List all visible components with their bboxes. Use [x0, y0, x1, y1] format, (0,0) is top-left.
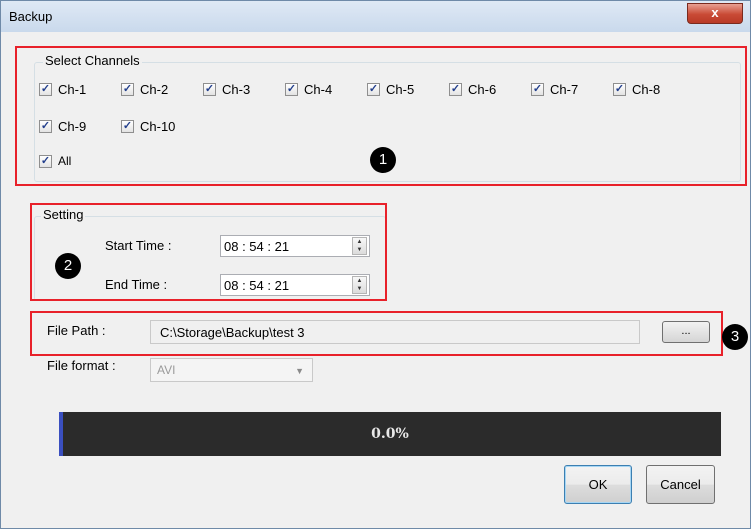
badge-1: 1 [370, 147, 396, 173]
window-title: Backup [9, 9, 53, 24]
badge-3: 3 [722, 324, 748, 350]
file-format-label: File format : [47, 358, 116, 373]
progress-bar: 0.0% [59, 412, 721, 456]
file-format-select[interactable]: AVI ▼ [150, 358, 313, 382]
highlight-setting [30, 203, 387, 301]
title-bar: Backup x [1, 1, 750, 32]
highlight-file-path [30, 311, 723, 356]
file-format-value: AVI [157, 363, 176, 377]
progress-text: 0.0% [371, 426, 409, 442]
cancel-button[interactable]: Cancel [646, 465, 715, 504]
backup-dialog: Backup x Select Channels ✓ Ch-1 ✓ Ch-2 ✓ Ch… [0, 0, 751, 529]
chevron-down-icon: ▼ [295, 366, 304, 376]
badge-2: 2 [55, 253, 81, 279]
ok-button[interactable]: OK [564, 465, 632, 504]
close-button[interactable]: x [687, 3, 743, 24]
